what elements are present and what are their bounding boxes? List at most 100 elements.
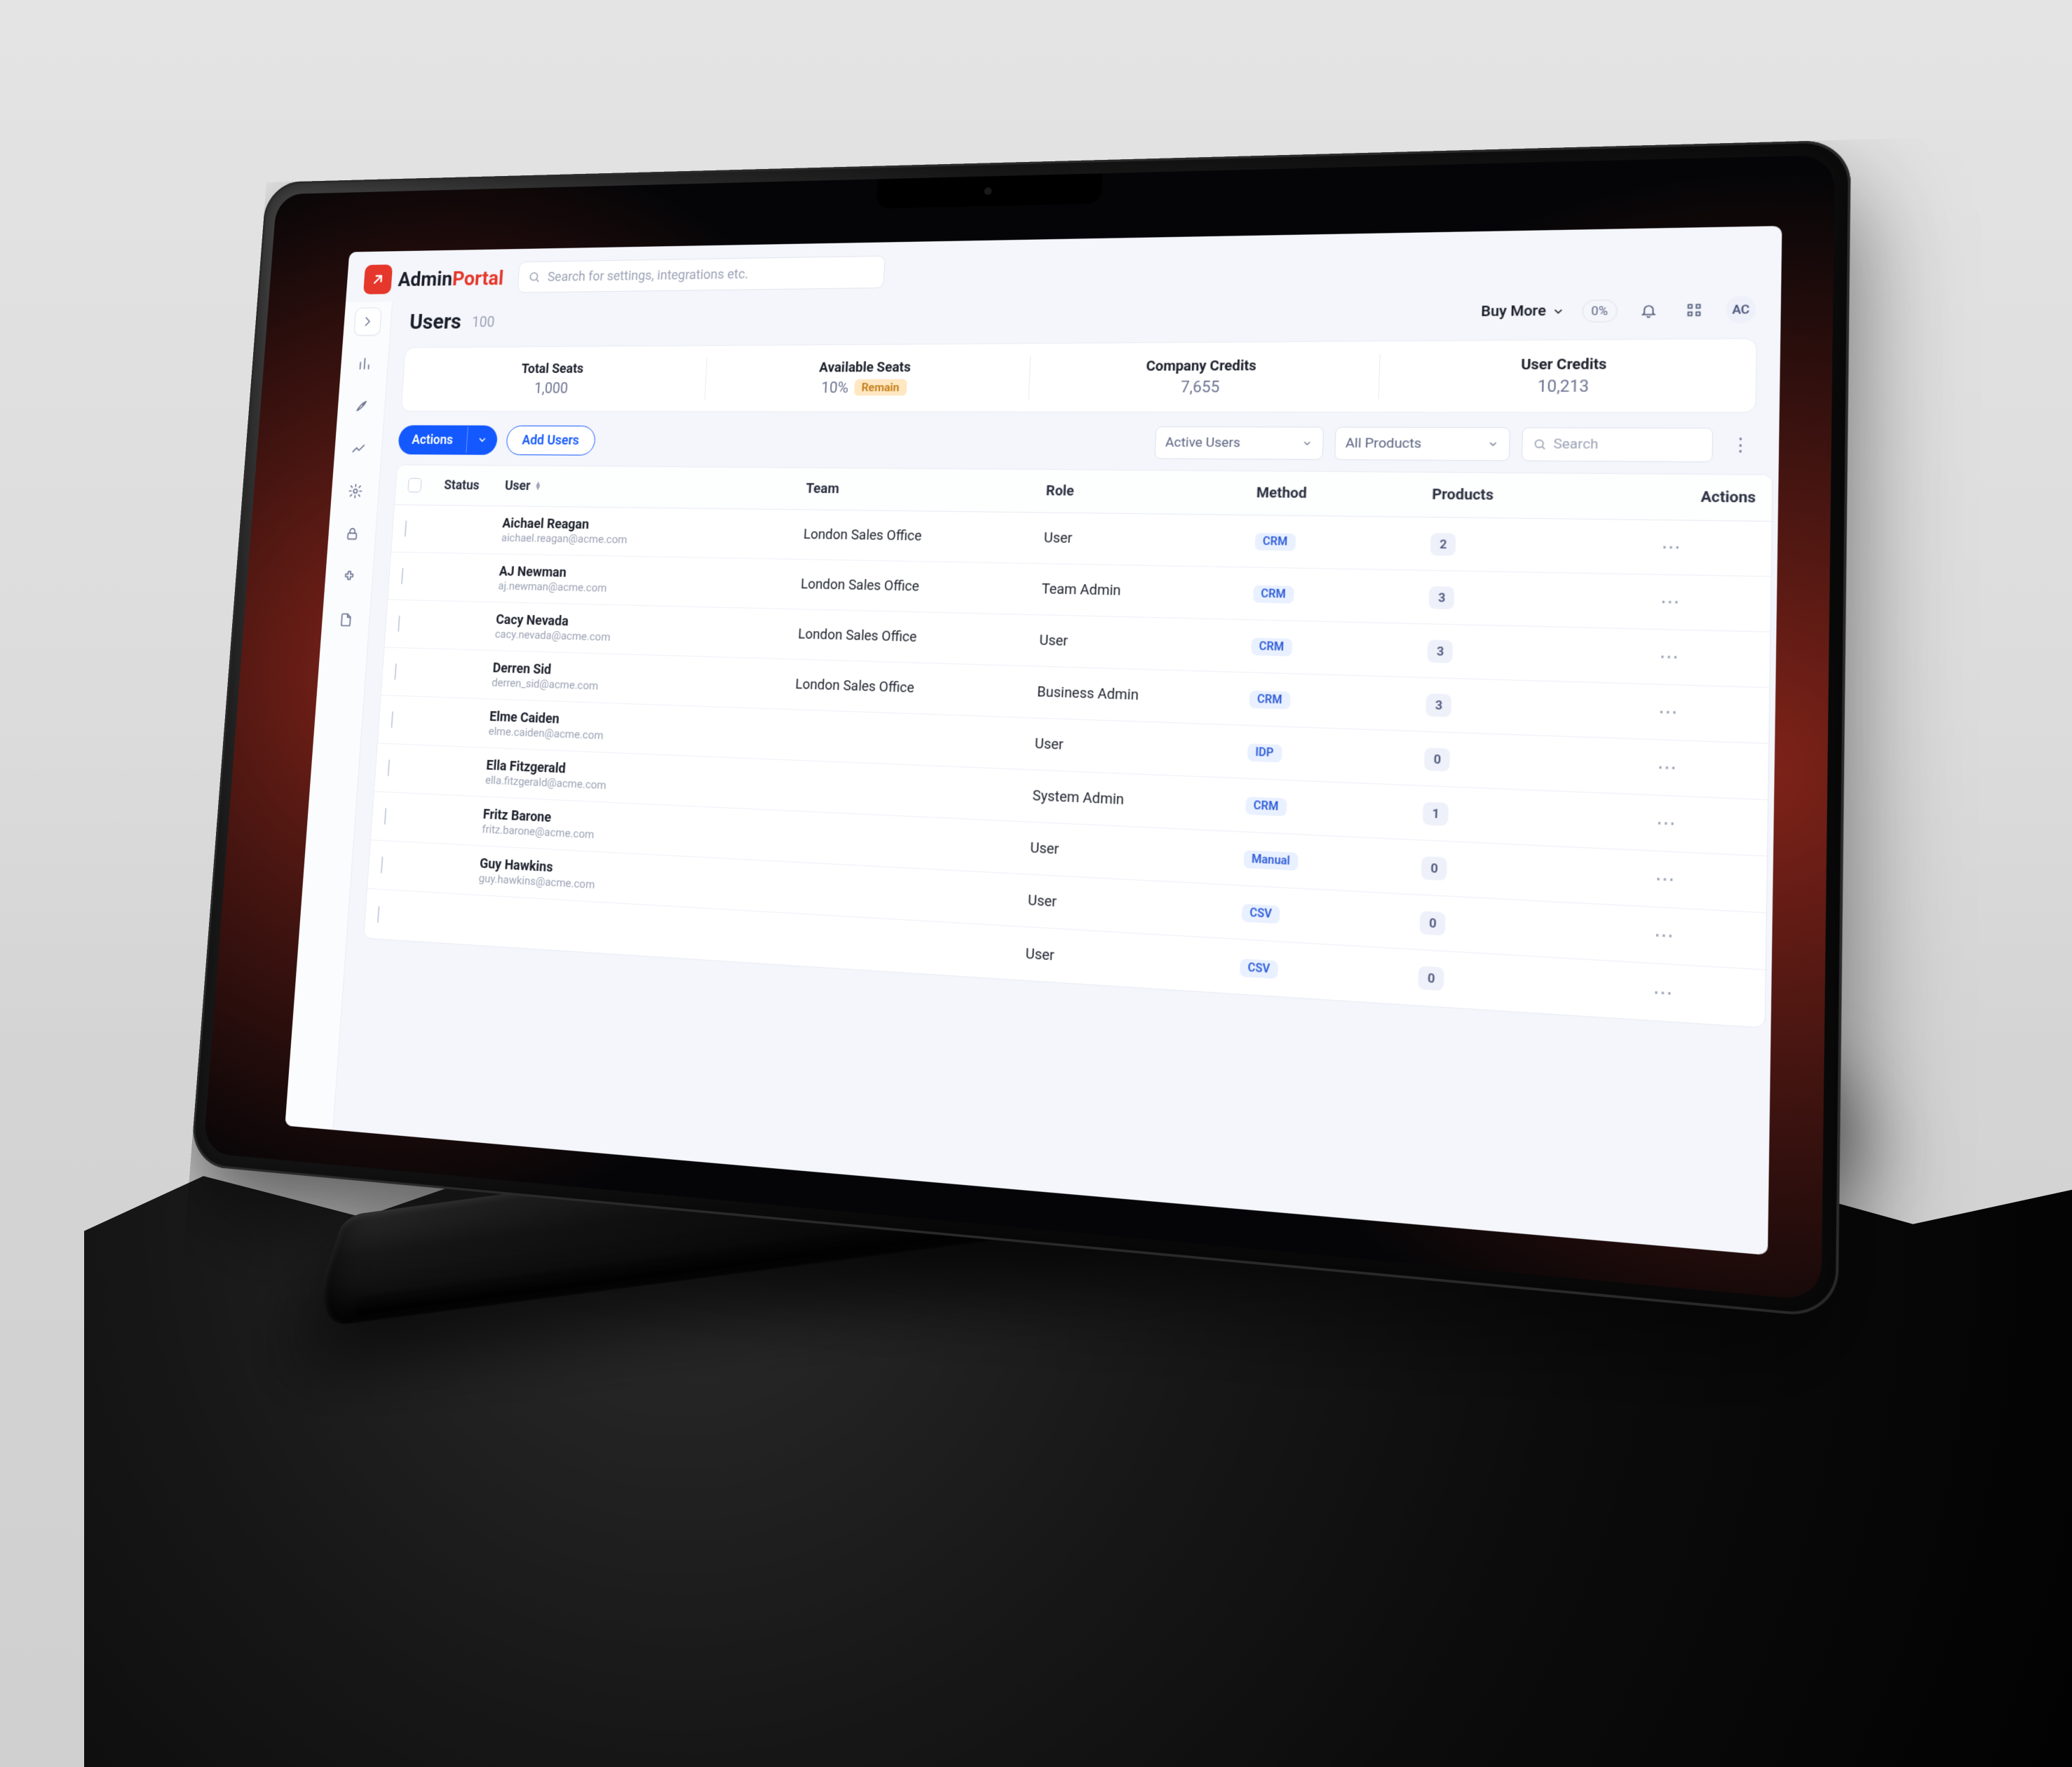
sidebar-item-analytics[interactable] bbox=[344, 434, 372, 463]
row-checkbox[interactable] bbox=[377, 905, 380, 922]
row-checkbox[interactable] bbox=[394, 663, 397, 680]
sidebar-item-settings[interactable] bbox=[341, 477, 369, 506]
add-users-button[interactable]: Add Users bbox=[506, 425, 596, 455]
laptop: AdminPortal Search for settings, integra… bbox=[266, 182, 1781, 1515]
sidebar-collapse-button[interactable] bbox=[353, 307, 381, 335]
products-cell: 2 bbox=[1430, 532, 1590, 557]
role-cell: User bbox=[1025, 945, 1240, 975]
role-cell: User bbox=[1039, 632, 1252, 655]
row-actions-button[interactable]: ⋯ bbox=[1586, 699, 1752, 725]
chevron-down-icon bbox=[1487, 438, 1499, 449]
method-pill: CRM bbox=[1249, 691, 1290, 710]
notifications-button[interactable] bbox=[1634, 297, 1663, 323]
col-method[interactable]: Method bbox=[1257, 485, 1433, 503]
filter-status-select[interactable]: Active Users bbox=[1154, 426, 1324, 460]
search-icon bbox=[528, 271, 541, 284]
admin-portal-app: AdminPortal Search for settings, integra… bbox=[285, 226, 1782, 1255]
row-actions-button[interactable]: ⋯ bbox=[1580, 977, 1749, 1008]
bulk-actions-label: Actions bbox=[398, 425, 468, 454]
user-cell bbox=[476, 920, 782, 939]
brand-text-2: Portal bbox=[452, 266, 504, 290]
col-actions: Actions bbox=[1591, 487, 1756, 506]
sidebar-item-security[interactable] bbox=[338, 520, 366, 548]
user-cell: Cacy Nevadacacy.nevada@acme.com bbox=[494, 612, 799, 649]
role-cell: Team Admin bbox=[1041, 581, 1253, 602]
role-cell: System Admin bbox=[1032, 787, 1245, 813]
row-actions-button[interactable]: ⋯ bbox=[1584, 809, 1751, 838]
stat-value: 1,000 bbox=[409, 379, 698, 396]
team-cell: London Sales Office bbox=[803, 527, 1044, 546]
method-pill: CSV bbox=[1241, 904, 1280, 924]
global-search-input[interactable]: Search for settings, integrations etc. bbox=[517, 255, 886, 292]
user-email bbox=[476, 920, 782, 939]
row-checkbox[interactable] bbox=[401, 568, 404, 585]
apps-grid-button[interactable] bbox=[1680, 297, 1709, 323]
row-actions-button[interactable]: ⋯ bbox=[1582, 921, 1749, 952]
role-cell: User bbox=[1030, 840, 1244, 867]
sidebar-item-dashboard[interactable] bbox=[350, 350, 378, 378]
current-user-avatar[interactable]: AC bbox=[1726, 295, 1756, 323]
stat-company-credits: Company Credits 7,655 bbox=[1028, 341, 1380, 412]
row-actions-button[interactable]: ⋯ bbox=[1589, 590, 1754, 614]
method-cell: Manual bbox=[1243, 849, 1422, 876]
row-actions-button[interactable]: ⋯ bbox=[1587, 644, 1754, 670]
products-cell: 0 bbox=[1424, 747, 1585, 776]
team-cell bbox=[782, 939, 1026, 954]
row-checkbox[interactable] bbox=[398, 616, 400, 632]
select-all-checkbox[interactable] bbox=[407, 478, 421, 492]
products-cell: 0 bbox=[1421, 856, 1583, 888]
products-count: 0 bbox=[1420, 911, 1446, 935]
method-pill: CRM bbox=[1254, 533, 1296, 551]
method-cell: CRM bbox=[1245, 796, 1423, 822]
sidebar-item-launch[interactable] bbox=[347, 392, 375, 420]
method-cell: CRM bbox=[1249, 690, 1426, 715]
bar-chart-icon bbox=[357, 356, 372, 372]
stat-label: Company Credits bbox=[1037, 358, 1371, 375]
col-user[interactable]: User ▲▼ bbox=[504, 478, 806, 496]
brand: AdminPortal bbox=[363, 263, 505, 294]
bulk-actions-button[interactable]: Actions bbox=[398, 425, 498, 454]
col-status[interactable]: Status bbox=[444, 478, 506, 493]
row-actions-button[interactable]: ⋯ bbox=[1585, 754, 1752, 782]
method-pill: CRM bbox=[1252, 585, 1294, 604]
table-options-button[interactable]: ⋮ bbox=[1725, 435, 1756, 456]
row-actions-button[interactable]: ⋯ bbox=[1583, 865, 1750, 894]
usage-pct-badge: 0% bbox=[1582, 299, 1618, 323]
stat-label: Available Seats bbox=[712, 359, 1022, 376]
method-cell: CRM bbox=[1252, 584, 1429, 606]
col-team[interactable]: Team bbox=[806, 481, 1047, 499]
row-checkbox[interactable] bbox=[405, 520, 407, 537]
stats-strip: Total Seats 1,000 Available Seats 10% Re… bbox=[400, 338, 1757, 413]
products-cell: 1 bbox=[1423, 801, 1585, 832]
sidebar-item-files[interactable] bbox=[332, 605, 360, 635]
stat-total-seats: Total Seats 1,000 bbox=[401, 346, 707, 411]
grid-icon bbox=[1685, 302, 1702, 318]
team-cell bbox=[790, 785, 1032, 796]
method-cell: CSV bbox=[1239, 957, 1418, 987]
stat-pct: 10% bbox=[821, 379, 849, 397]
row-checkbox[interactable] bbox=[391, 711, 393, 728]
sidebar-item-integrations[interactable] bbox=[334, 562, 363, 592]
user-cell: Elme Caidenelme.caiden@acme.com bbox=[488, 709, 793, 750]
user-cell: AJ Newmanaj.newman@acme.com bbox=[498, 564, 801, 599]
row-checkbox[interactable] bbox=[381, 856, 384, 873]
method-cell: IDP bbox=[1247, 743, 1425, 768]
laptop-screen: AdminPortal Search for settings, integra… bbox=[203, 155, 1835, 1301]
buy-more-button[interactable]: Buy More bbox=[1481, 302, 1565, 320]
role-cell: User bbox=[1043, 530, 1255, 550]
row-checkbox[interactable] bbox=[388, 759, 391, 776]
filter-products-select[interactable]: All Products bbox=[1334, 427, 1510, 461]
row-checkbox[interactable] bbox=[384, 808, 387, 825]
table-search-input[interactable]: Search bbox=[1522, 427, 1714, 462]
bulk-actions-chevron[interactable] bbox=[466, 427, 498, 453]
method-cell: CRM bbox=[1254, 532, 1431, 553]
trend-icon bbox=[351, 440, 366, 456]
products-count: 0 bbox=[1424, 747, 1450, 771]
bell-icon bbox=[1640, 302, 1658, 318]
products-count: 1 bbox=[1423, 801, 1449, 826]
user-cell: Ella Fitzgeraldella.fitzgerald@acme.com bbox=[485, 758, 791, 801]
col-products[interactable]: Products bbox=[1432, 487, 1592, 505]
col-role[interactable]: Role bbox=[1045, 483, 1257, 501]
row-actions-button[interactable]: ⋯ bbox=[1590, 536, 1755, 559]
stat-label: Total Seats bbox=[410, 360, 699, 377]
